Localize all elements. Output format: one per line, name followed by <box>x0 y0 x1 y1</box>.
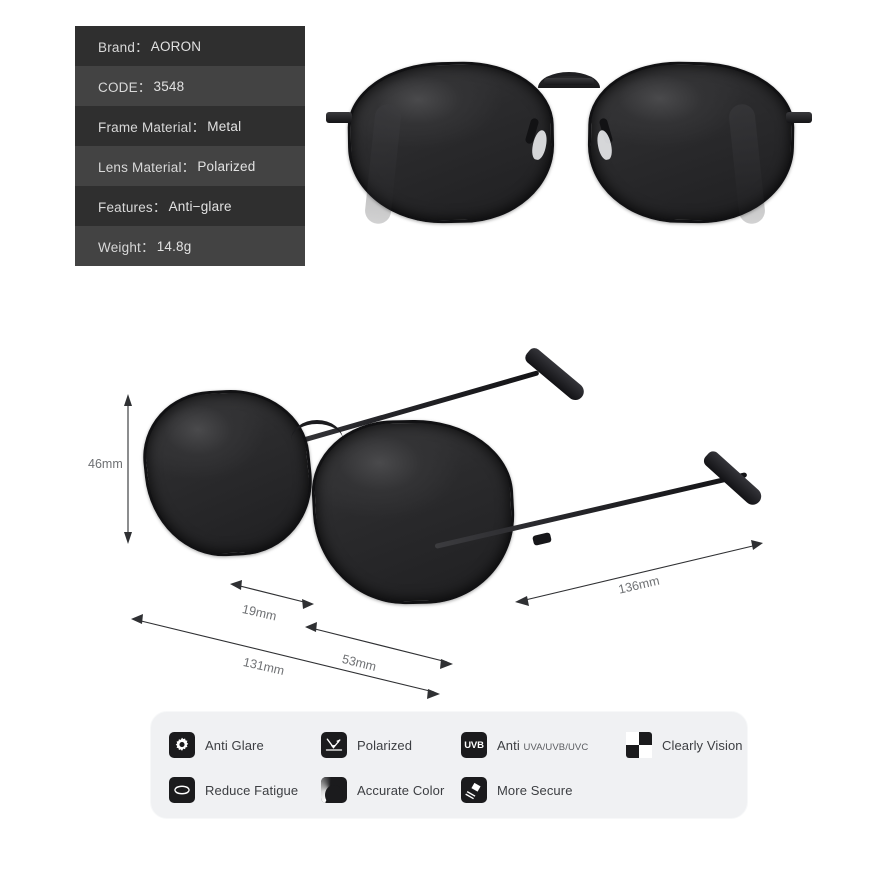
more-secure-icon <box>461 777 487 803</box>
polarized-icon <box>321 732 347 758</box>
feature-anti-glare[interactable]: Anti Glare <box>169 730 264 760</box>
reduce-fatigue-icon <box>169 777 195 803</box>
feature-anti-uv[interactable]: UVB Anti UVA/UVB/UVC <box>461 730 588 760</box>
feature-label-main: Anti <box>497 737 524 753</box>
accurate-color-icon <box>321 777 347 803</box>
feature-label: Anti UVA/UVB/UVC <box>497 738 588 753</box>
feature-reduce-fatigue[interactable]: Reduce Fatigue <box>169 775 298 805</box>
feature-clearly-vision[interactable]: Clearly Vision <box>626 730 743 760</box>
feature-polarized[interactable]: Polarized <box>321 730 412 760</box>
feature-accurate-color[interactable]: Accurate Color <box>321 775 444 805</box>
anti-glare-icon <box>169 732 195 758</box>
feature-panel: Anti Glare Polarized UVB Anti UVA/UVB/UV… <box>150 711 748 819</box>
checker-quadrant <box>626 732 639 745</box>
uvb-icon-text: UVB <box>464 739 484 751</box>
checker-quadrant <box>639 745 652 758</box>
accurate-color-core <box>325 785 343 803</box>
feature-more-secure[interactable]: More Secure <box>461 775 573 805</box>
feature-label: More Secure <box>497 782 573 798</box>
feature-label: Clearly Vision <box>662 737 743 753</box>
feature-row-2: Reduce Fatigue Accurate Color More Secur… <box>151 775 747 815</box>
feature-label: Anti Glare <box>205 737 264 753</box>
feature-label: Accurate Color <box>357 782 445 798</box>
feature-label: Polarized <box>357 737 413 753</box>
feature-label: Reduce Fatigue <box>205 782 299 798</box>
feature-row-1: Anti Glare Polarized UVB Anti UVA/UVB/UV… <box>151 730 747 770</box>
product-detail-page: Brand： AORON CODE： 3548 Frame Material： … <box>0 0 882 882</box>
uvb-icon: UVB <box>461 732 487 758</box>
clearly-vision-icon <box>626 732 652 758</box>
feature-label-small: UVA/UVB/UVC <box>523 741 589 753</box>
